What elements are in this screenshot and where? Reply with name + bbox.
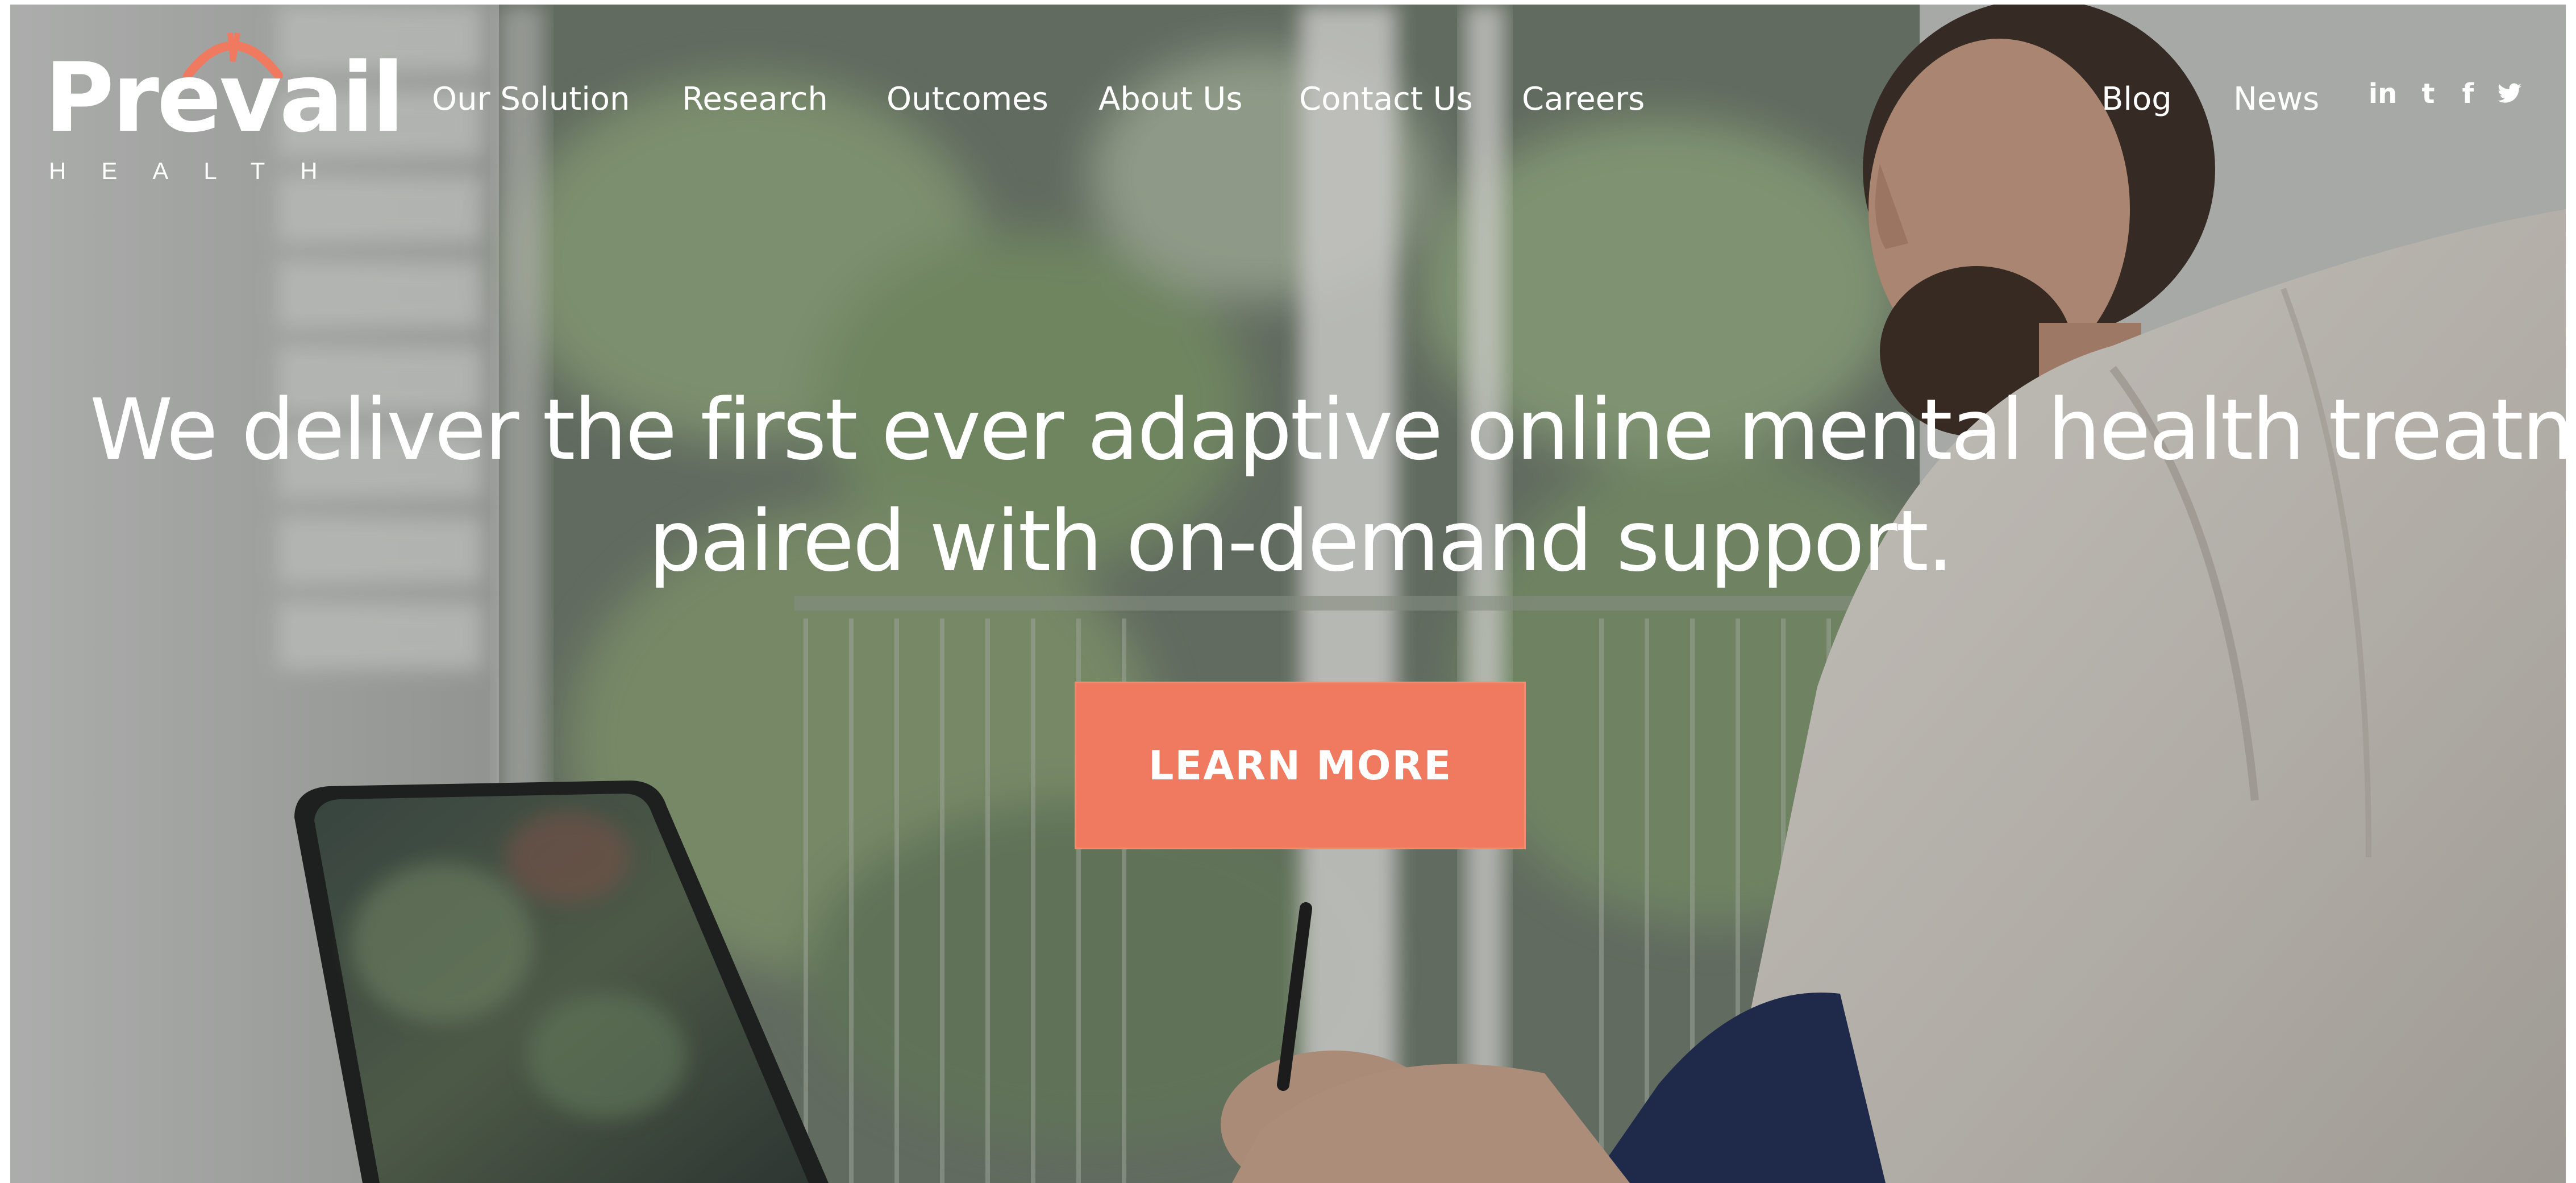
tumblr-icon[interactable]: t: [2417, 74, 2440, 114]
nav-careers[interactable]: Careers: [1522, 80, 1645, 119]
logo-tagline: HEALTH: [49, 157, 353, 184]
learn-more-button[interactable]: LEARN MORE: [1075, 682, 1526, 849]
twitter-icon[interactable]: [2492, 74, 2527, 114]
twitter-bird-icon: [2498, 83, 2521, 103]
nav-about-us[interactable]: About Us: [1098, 80, 1243, 119]
hero-headline: We deliver the first ever adaptive onlin…: [90, 374, 2566, 597]
nav-news[interactable]: News: [2233, 80, 2319, 119]
nav-our-solution[interactable]: Our Solution: [432, 80, 630, 119]
hero-headline-line-2: paired with on-demand support.: [648, 492, 1954, 590]
nav-outcomes[interactable]: Outcomes: [887, 80, 1048, 119]
facebook-icon[interactable]: f: [2457, 74, 2479, 114]
page: Prevail HEALTH Our Solution Research Out…: [0, 0, 2576, 1183]
nav-research[interactable]: Research: [682, 80, 828, 119]
logo-wordmark: Prevail: [44, 42, 405, 153]
linkedin-icon[interactable]: in: [2366, 74, 2400, 114]
prevail-health-logo[interactable]: Prevail HEALTH: [44, 27, 405, 183]
hero-headline-line-1: We deliver the first ever adaptive onlin…: [90, 381, 2566, 479]
hero-section: Prevail HEALTH Our Solution Research Out…: [10, 5, 2566, 1183]
nav-contact-us[interactable]: Contact Us: [1299, 80, 1473, 119]
nav-blog[interactable]: Blog: [2101, 80, 2172, 119]
